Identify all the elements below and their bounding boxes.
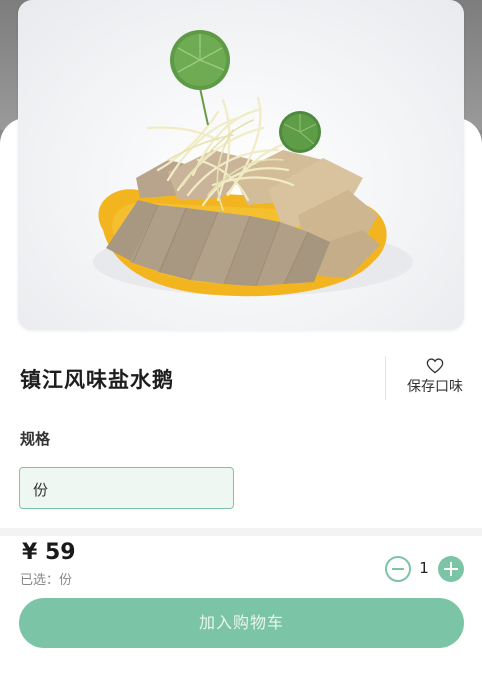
title-divider: [385, 356, 386, 400]
selected-spec-text: 已选：份: [20, 573, 73, 588]
increase-quantity-button[interactable]: [438, 556, 464, 582]
save-flavor-button[interactable]: 保存口味: [400, 358, 470, 396]
product-title: 镇江风味盐水鹅: [20, 368, 174, 392]
decrease-quantity-button[interactable]: [385, 556, 411, 582]
price: ¥ 59: [22, 540, 76, 565]
spec-heading: 规格: [20, 430, 51, 448]
dish-photo: [18, 0, 464, 330]
add-to-cart-button[interactable]: 加入购物车: [19, 598, 464, 648]
section-separator: [0, 528, 482, 536]
quantity-value: 1: [419, 559, 429, 577]
save-flavor-label: 保存口味: [407, 379, 463, 395]
spec-option-portion[interactable]: 份: [19, 467, 234, 509]
dish-illustration: [93, 30, 413, 297]
heart-outline-icon: [426, 358, 444, 374]
